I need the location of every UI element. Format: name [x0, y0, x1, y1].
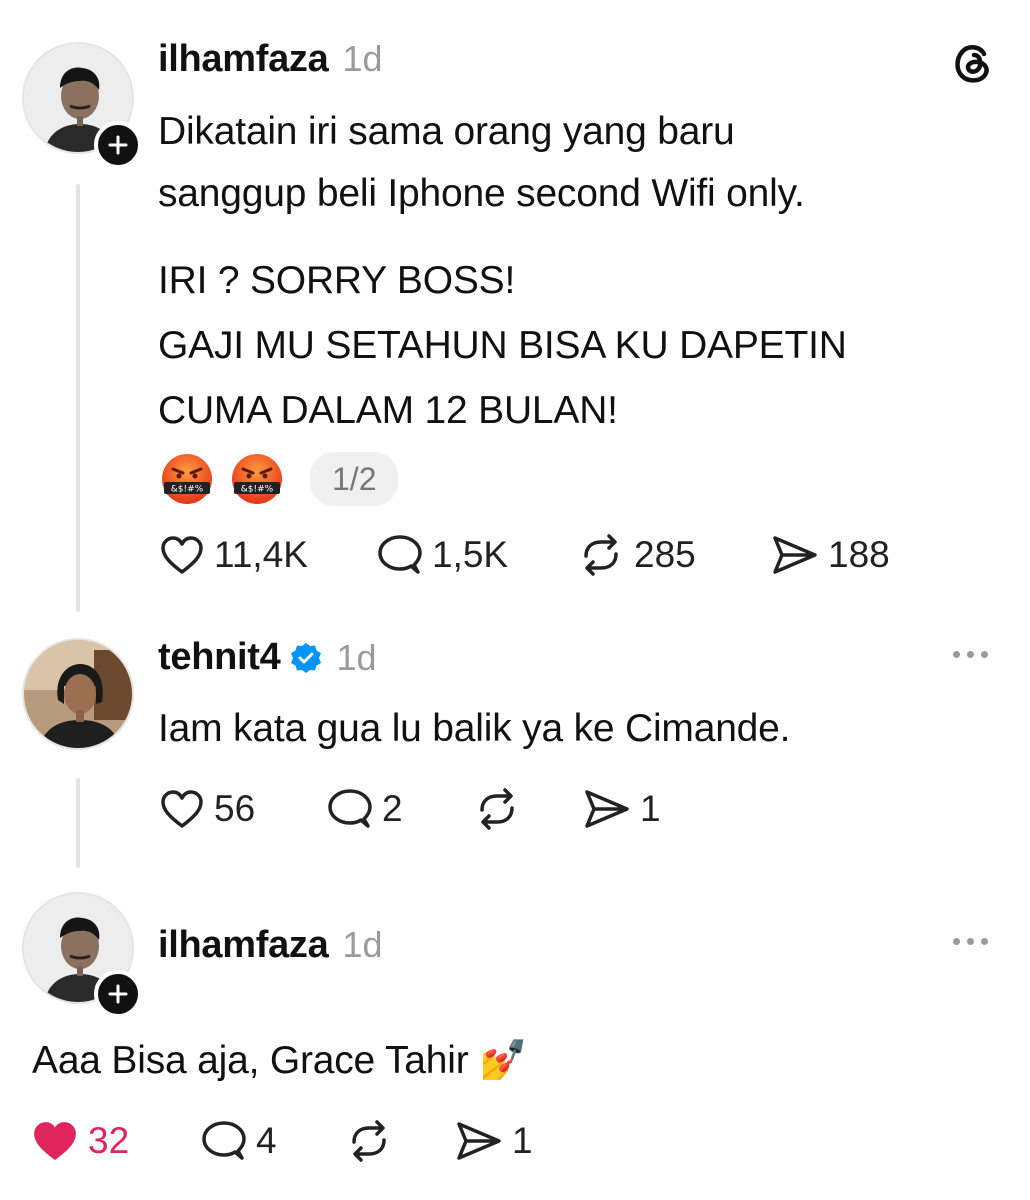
thread-line	[76, 184, 80, 612]
share-icon	[585, 790, 629, 828]
text-line: CUMA DALAM 12 BULAN!	[158, 389, 618, 432]
like-button[interactable]: 11,4K	[160, 534, 308, 576]
share-count: 1	[512, 1120, 533, 1161]
more-icon[interactable]	[953, 938, 988, 945]
username[interactable]: tehnit4	[158, 636, 281, 679]
timestamp: 1d	[342, 924, 383, 965]
reply-count: 1,5K	[432, 534, 509, 575]
username[interactable]: ilhamfaza	[158, 38, 329, 81]
username[interactable]: ilhamfaza	[158, 924, 329, 967]
post-text: Aaa Bisa aja, Grace Tahir 💅	[32, 1039, 528, 1082]
angry-emoji-icon: &$!#%	[230, 452, 284, 506]
share-count: 1	[640, 788, 661, 829]
emoji-caption: &$!#%	[171, 485, 204, 495]
reply-button[interactable]: 4	[202, 1120, 277, 1162]
heart-icon	[161, 536, 203, 574]
post-text: Dikatain iri sama orang yang baru sanggu…	[158, 101, 805, 225]
timestamp: 1d	[342, 38, 383, 79]
heart-icon	[34, 1122, 76, 1160]
repost-icon	[480, 788, 514, 830]
share-button[interactable]: 188	[772, 534, 890, 576]
comment-icon	[378, 535, 422, 574]
text-line: Dikatain iri sama orang yang baru	[158, 110, 735, 153]
text-line: sanggup beli Iphone second Wifi only.	[158, 172, 805, 215]
verified-icon	[290, 642, 322, 674]
follow-plus-icon[interactable]	[94, 121, 142, 169]
text-line: GAJI MU SETAHUN BISA KU DAPETIN	[158, 324, 847, 367]
media-counter: 1/2	[310, 452, 399, 506]
emoji-caption: &$!#%	[241, 485, 274, 495]
timestamp: 1d	[336, 636, 377, 678]
follow-plus-icon[interactable]	[94, 970, 142, 1018]
like-count: 56	[214, 788, 256, 829]
media-strip[interactable]: &$!#% &$!#% 1/2	[160, 452, 399, 506]
reply-count: 4	[256, 1120, 277, 1161]
reply-button[interactable]: 2	[328, 788, 403, 830]
repost-button[interactable]: 285	[578, 534, 696, 576]
avatar[interactable]	[22, 638, 134, 750]
share-button[interactable]: 1	[584, 788, 661, 830]
post-header: ilhamfaza 1d	[158, 38, 383, 81]
repost-button[interactable]	[474, 788, 520, 830]
reply-button[interactable]: 1,5K	[378, 534, 508, 576]
share-icon	[773, 536, 817, 574]
share-icon	[457, 1122, 501, 1160]
thread-line	[76, 778, 80, 868]
post-text: IRI ? SORRY BOSS! GAJI MU SETAHUN BISA K…	[158, 248, 847, 443]
heart-icon	[161, 790, 203, 828]
text-line: IRI ? SORRY BOSS!	[158, 259, 516, 302]
reply-count: 2	[382, 788, 403, 829]
like-count: 32	[88, 1120, 130, 1161]
angry-emoji-icon: &$!#%	[160, 452, 214, 506]
threads-logo-icon[interactable]	[950, 40, 996, 86]
repost-icon	[352, 1120, 386, 1162]
comment-icon	[328, 789, 372, 828]
like-button[interactable]: 56	[160, 788, 255, 830]
post-text: Iam kata gua lu balik ya ke Cimande.	[158, 707, 791, 750]
repost-icon	[584, 534, 618, 576]
post-header: ilhamfaza 1d	[158, 924, 383, 967]
repost-count: 285	[634, 534, 696, 575]
comment-icon	[202, 1121, 246, 1160]
share-button[interactable]: 1	[456, 1120, 533, 1162]
like-button[interactable]: 32	[32, 1120, 129, 1162]
share-count: 188	[828, 534, 890, 575]
like-count: 11,4K	[214, 534, 308, 575]
more-icon[interactable]	[953, 651, 988, 658]
post-header: tehnit4 1d	[158, 636, 377, 679]
repost-button[interactable]	[346, 1120, 392, 1162]
